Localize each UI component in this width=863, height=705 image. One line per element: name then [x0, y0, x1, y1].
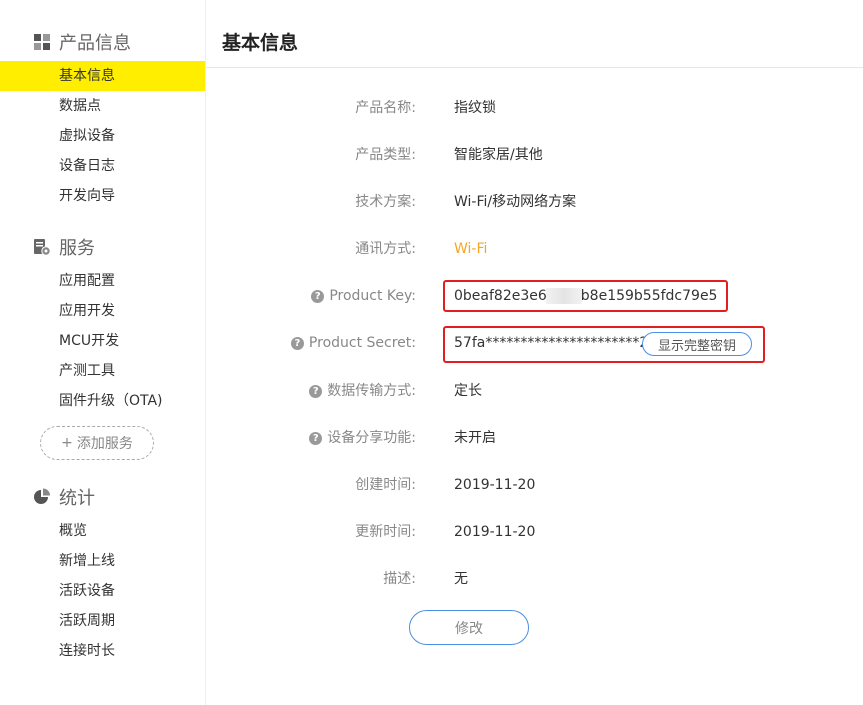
page-title: 基本信息 [222, 32, 299, 54]
field-value: 指纹锁 [454, 100, 496, 116]
field-data-transfer: ? 数据传输方式: 定长 [206, 379, 863, 403]
highlight-box-product-key [443, 280, 728, 312]
field-label: 创建时间: [355, 477, 416, 493]
field-label: 通讯方式: [355, 241, 416, 257]
plus-icon: + [61, 435, 73, 451]
field-label-text: Product Secret: [308, 335, 416, 351]
field-value: 定长 [454, 383, 482, 399]
sidebar-item-test-tools[interactable]: 产测工具 [0, 356, 205, 386]
field-value: 无 [454, 571, 468, 587]
server-gear-icon [34, 239, 51, 256]
pie-chart-icon [34, 488, 50, 504]
edit-button[interactable]: 修改 [409, 610, 529, 645]
sidebar-item-virtual-device[interactable]: 虚拟设备 [0, 121, 205, 151]
field-label-text: 设备分享功能: [327, 430, 416, 446]
field-label: ? 设备分享功能: [309, 426, 416, 450]
field-product-name: 产品名称: 指纹锁 [206, 96, 863, 120]
field-value: 未开启 [454, 430, 496, 446]
sidebar-item-app-config[interactable]: 应用配置 [0, 266, 205, 296]
sidebar-item-ota[interactable]: 固件升级（OTA) [0, 386, 205, 416]
field-value: 智能家居/其他 [454, 147, 543, 163]
field-value: 2019-11-20 [454, 524, 536, 540]
field-description: 描述: 无 [206, 567, 863, 591]
field-updated-time: 更新时间: 2019-11-20 [206, 520, 863, 544]
section-title: 产品信息 [59, 33, 131, 54]
section-title: 服务 [59, 238, 95, 259]
field-label-text: 数据传输方式: [327, 383, 416, 399]
sidebar-item-active-cycle[interactable]: 活跃周期 [0, 606, 205, 636]
field-label: ? 数据传输方式: [309, 379, 416, 403]
sidebar-item-dev-guide[interactable]: 开发向导 [0, 181, 205, 211]
field-value: 2019-11-20 [454, 477, 536, 493]
sidebar-item-active-devices[interactable]: 活跃设备 [0, 576, 205, 606]
sidebar-item-device-log[interactable]: 设备日志 [0, 151, 205, 181]
field-label: 技术方案: [355, 194, 416, 210]
field-label: ? Product Key: [311, 284, 416, 308]
field-created-time: 创建时间: 2019-11-20 [206, 473, 863, 497]
sidebar-item-mcu-dev[interactable]: MCU开发 [0, 326, 205, 356]
field-product-type: 产品类型: 智能家居/其他 [206, 143, 863, 167]
sidebar-item-connection-duration[interactable]: 连接时长 [0, 636, 205, 666]
field-device-share: ? 设备分享功能: 未开启 [206, 426, 863, 450]
add-service-label: 添加服务 [76, 436, 133, 452]
field-comm-method: 通讯方式: Wi-Fi [206, 237, 863, 261]
field-tech-solution: 技术方案: Wi-Fi/移动网络方案 [206, 190, 863, 214]
sidebar-item-basic-info[interactable]: 基本信息 [0, 61, 205, 91]
help-icon[interactable]: ? [290, 336, 304, 350]
field-value: Wi-Fi [454, 241, 488, 257]
section-header-services: 服务 [33, 235, 95, 259]
field-label: 产品名称: [355, 100, 416, 116]
sidebar-item-overview[interactable]: 概览 [0, 516, 205, 546]
help-icon[interactable]: ? [309, 384, 323, 398]
title-divider [206, 67, 863, 68]
field-value: Wi-Fi/移动网络方案 [454, 194, 577, 210]
section-header-statistics: 统计 [33, 485, 95, 509]
help-icon[interactable]: ? [311, 289, 325, 303]
help-icon[interactable]: ? [309, 431, 323, 445]
field-label-text: Product Key: [329, 288, 416, 304]
field-label: 产品类型: [355, 147, 416, 163]
section-title: 统计 [59, 488, 95, 509]
field-label: ? Product Secret: [290, 331, 416, 355]
grid-icon [34, 34, 50, 50]
sidebar-item-app-dev[interactable]: 应用开发 [0, 296, 205, 326]
field-label: 描述: [383, 571, 416, 587]
sidebar: 产品信息 基本信息 数据点 虚拟设备 设备日志 开发向导 服务 应用配置 应用开… [0, 0, 206, 705]
section-header-product-info: 产品信息 [33, 30, 131, 54]
main-content: 基本信息 产品名称: 指纹锁 产品类型: 智能家居/其他 技术方案: Wi-Fi… [206, 0, 863, 705]
sidebar-item-new-online[interactable]: 新增上线 [0, 546, 205, 576]
sidebar-item-data-points[interactable]: 数据点 [0, 91, 205, 121]
field-label: 更新时间: [355, 524, 416, 540]
highlight-box-product-secret [443, 326, 765, 363]
add-service-button[interactable]: + 添加服务 [40, 426, 154, 460]
